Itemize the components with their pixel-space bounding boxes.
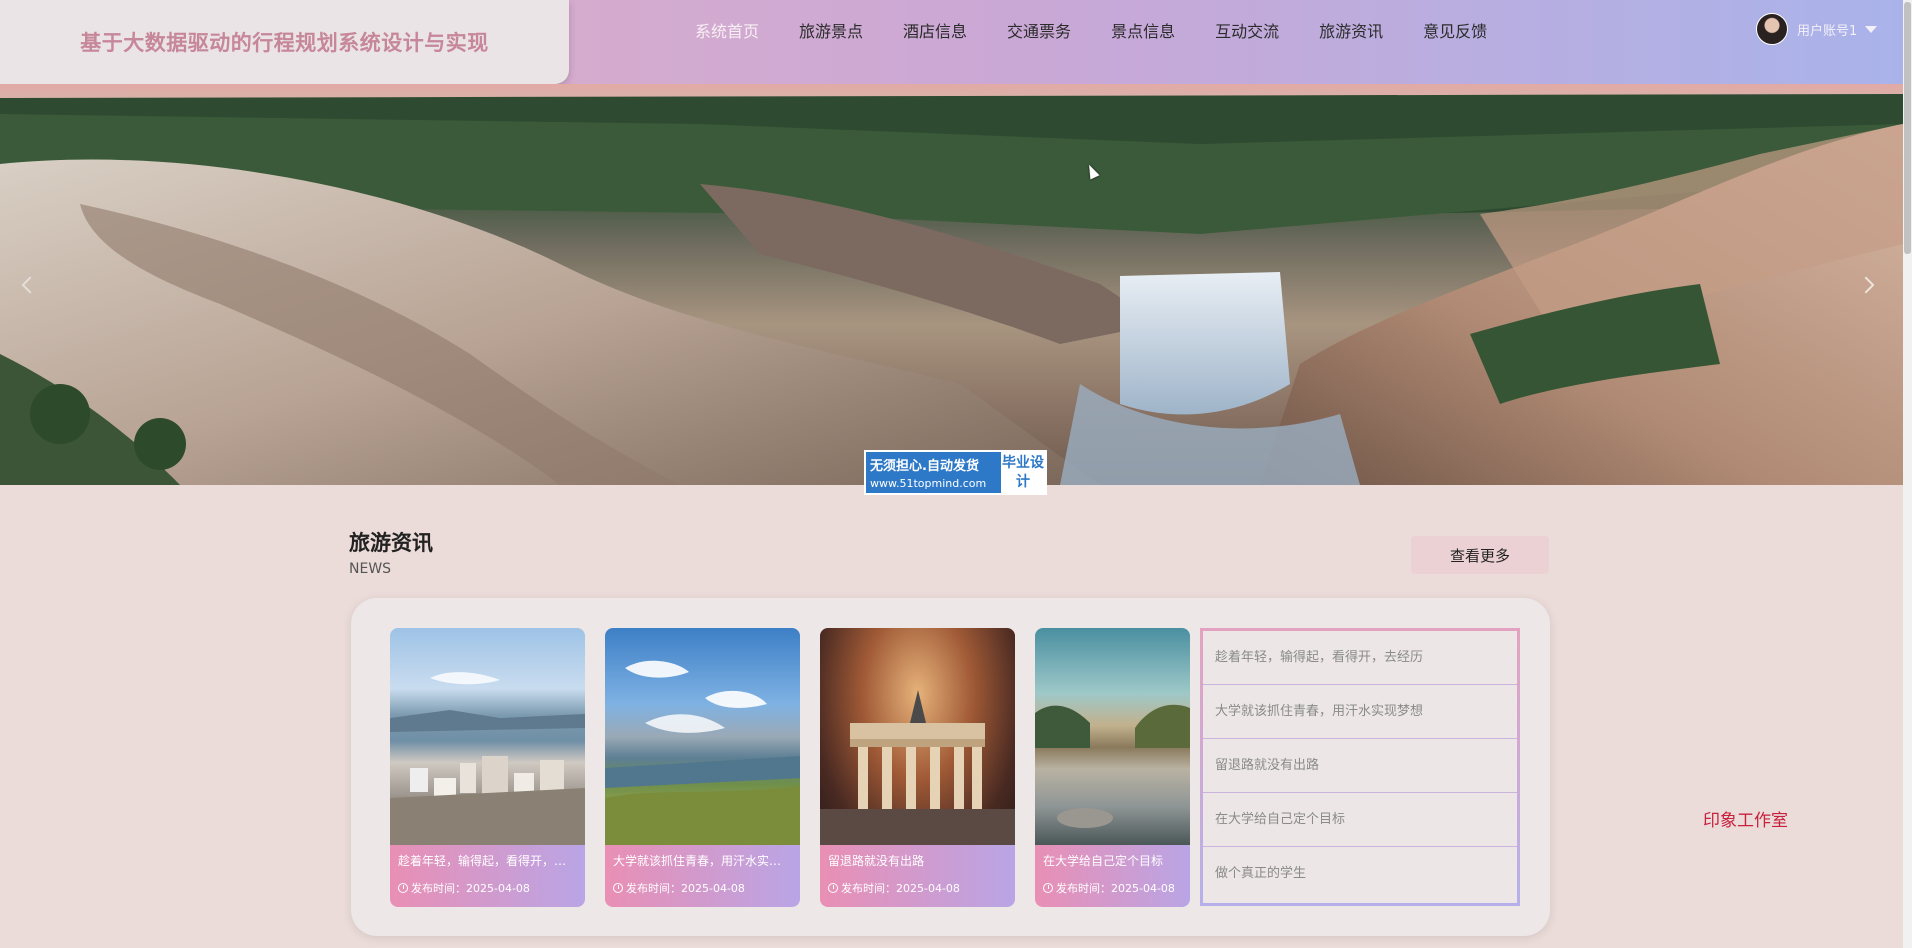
news-card-date-text: 发布时间：2025-04-08 bbox=[1056, 882, 1175, 895]
news-card-title: 在大学给自己定个目标 bbox=[1043, 854, 1164, 868]
view-more-button[interactable]: 查看更多 bbox=[1411, 536, 1549, 574]
news-card[interactable]: 留退路就没有出路 发布时间：2025-04-08 bbox=[820, 628, 1015, 907]
news-card-date: 发布时间：2025-04-08 bbox=[613, 880, 792, 896]
clock-icon bbox=[398, 883, 408, 893]
hero-landscape-image bbox=[0, 84, 1903, 485]
brand-panel: 基于大数据驱动的行程规划系统设计与实现 bbox=[0, 0, 569, 84]
news-card-info: 趁着年轻，输得起，看得开，去经历 发布时间：2025-04-08 bbox=[390, 845, 585, 907]
watermark-badge: 无须担心.自动发货 www.51topmind.com 毕业设计 bbox=[864, 450, 1047, 495]
nav-item-home[interactable]: 系统首页 bbox=[695, 18, 759, 46]
news-card-image bbox=[1035, 628, 1190, 845]
news-card-image bbox=[820, 628, 1015, 845]
nav-item-feedback[interactable]: 意见反馈 bbox=[1423, 18, 1487, 46]
nav-item-forum[interactable]: 互动交流 bbox=[1215, 18, 1279, 46]
news-card-date-text: 发布时间：2025-04-08 bbox=[841, 882, 960, 895]
news-card[interactable]: 在大学给自己定个目标 发布时间：2025-04-08 bbox=[1035, 628, 1190, 907]
news-card-title: 趁着年轻，输得起，看得开，去经历 bbox=[398, 854, 577, 868]
studio-label: 印象工作室 bbox=[1703, 811, 1788, 831]
section-title: 旅游资讯 bbox=[349, 531, 433, 555]
list-item[interactable]: 大学就该抓住青春，用汗水实现梦想 bbox=[1203, 685, 1517, 739]
list-item[interactable]: 趁着年轻，输得起，看得开，去经历 bbox=[1203, 631, 1517, 685]
page-scrollbar[interactable] bbox=[1903, 0, 1912, 948]
user-name[interactable]: 用户账号1 bbox=[1797, 20, 1857, 39]
news-card-date-text: 发布时间：2025-04-08 bbox=[411, 882, 530, 895]
main-nav: 系统首页 旅游景点 酒店信息 交通票务 景点信息 互动交流 旅游资讯 意见反馈 bbox=[695, 18, 1527, 46]
list-item[interactable]: 留退路就没有出路 bbox=[1203, 739, 1517, 793]
news-title-list: 趁着年轻，输得起，看得开，去经历 大学就该抓住青春，用汗水实现梦想 留退路就没有… bbox=[1200, 628, 1520, 906]
nav-item-scenic-spots[interactable]: 旅游景点 bbox=[799, 18, 863, 46]
nav-item-hotels[interactable]: 酒店信息 bbox=[903, 18, 967, 46]
news-card-image bbox=[605, 628, 800, 845]
nav-item-travel-news[interactable]: 旅游资讯 bbox=[1319, 18, 1383, 46]
nav-item-tickets[interactable]: 交通票务 bbox=[1007, 18, 1071, 46]
site-title: 基于大数据驱动的行程规划系统设计与实现 bbox=[80, 31, 489, 55]
scrollbar-thumb[interactable] bbox=[1904, 2, 1911, 254]
news-card-info: 在大学给自己定个目标 发布时间：2025-04-08 bbox=[1035, 845, 1190, 907]
news-card-date: 发布时间：2025-04-08 bbox=[398, 880, 577, 896]
user-menu[interactable]: 用户账号1 bbox=[1756, 13, 1878, 45]
watermark-badge-text: 毕业设计 bbox=[1001, 452, 1045, 493]
news-card-date: 发布时间：2025-04-08 bbox=[1043, 880, 1182, 896]
list-item[interactable]: 做个真正的学生 bbox=[1203, 847, 1517, 901]
news-card-image bbox=[390, 628, 585, 845]
news-card[interactable]: 趁着年轻，输得起，看得开，去经历 发布时间：2025-04-08 bbox=[390, 628, 585, 907]
chevron-down-icon[interactable] bbox=[1865, 25, 1878, 33]
clock-icon bbox=[828, 883, 838, 893]
news-card-title: 留退路就没有出路 bbox=[828, 854, 925, 868]
news-card[interactable]: 大学就该抓住青春，用汗水实现梦想 发布时间：2025-04-08 bbox=[605, 628, 800, 907]
watermark-line1: 无须担心.自动发货 bbox=[870, 459, 979, 474]
news-card-info: 留退路就没有出路 发布时间：2025-04-08 bbox=[820, 845, 1015, 907]
news-card-date-text: 发布时间：2025-04-08 bbox=[626, 882, 745, 895]
news-card-date: 发布时间：2025-04-08 bbox=[828, 880, 1007, 896]
avatar[interactable] bbox=[1756, 13, 1788, 45]
clock-icon bbox=[613, 883, 623, 893]
news-card-info: 大学就该抓住青春，用汗水实现梦想 发布时间：2025-04-08 bbox=[605, 845, 800, 907]
top-navigation-bar: 基于大数据驱动的行程规划系统设计与实现 系统首页 旅游景点 酒店信息 交通票务 … bbox=[0, 0, 1903, 84]
news-card-title: 大学就该抓住青春，用汗水实现梦想 bbox=[613, 854, 792, 868]
clock-icon bbox=[1043, 883, 1053, 893]
hero-banner[interactable] bbox=[0, 84, 1903, 485]
watermark-line2: www.51topmind.com bbox=[870, 477, 987, 490]
nav-item-spot-info[interactable]: 景点信息 bbox=[1111, 18, 1175, 46]
section-subtitle: NEWS bbox=[349, 561, 392, 577]
list-item[interactable]: 在大学给自己定个目标 bbox=[1203, 793, 1517, 847]
